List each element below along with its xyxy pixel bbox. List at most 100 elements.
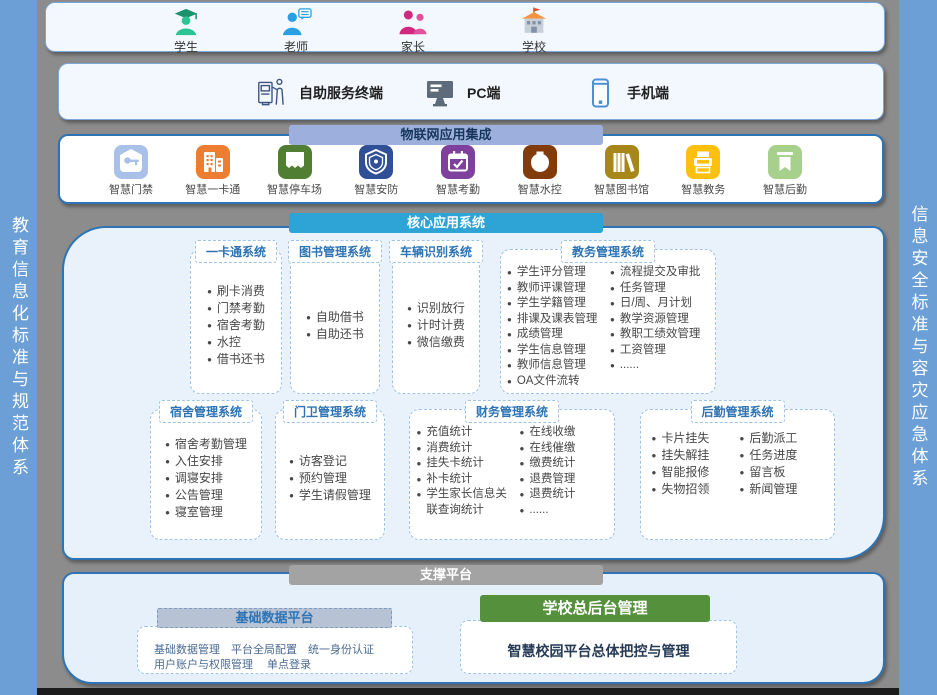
finance-items-left: ●充值统计●消费统计●挂失卡统计●补卡统计●学生家长信息关联查询统计 xyxy=(417,425,516,518)
access-icon xyxy=(114,145,148,179)
left-sidebar-label: 教育信息化标准与规范体系 xyxy=(6,216,31,480)
iot-parking-label: 智慧停车场 xyxy=(260,181,330,197)
user-parents-label: 家长 xyxy=(373,38,453,55)
list-item: ●学生家长信息关联查询统计 xyxy=(417,487,516,518)
iot-library: 智慧图书馆 xyxy=(587,145,657,197)
admin-platform-title: 学校总后台管理 xyxy=(480,595,710,622)
list-item: ●公告管理 xyxy=(165,487,247,504)
list-item: ●学生评分管理 xyxy=(507,265,606,281)
list-item: ●退费统计 xyxy=(520,487,608,503)
terminal-pc: PC端 xyxy=(424,64,500,121)
list-item: ●寝室管理 xyxy=(165,504,247,521)
printer-icon xyxy=(686,145,720,179)
vehicle-items: ●识别放行●计时计费●微信缴费 xyxy=(407,300,465,351)
list-item: ●入住安排 xyxy=(165,453,247,470)
support-section-title: 支撑平台 xyxy=(289,565,603,585)
iot-onecard-label: 智慧一卡通 xyxy=(178,181,248,197)
list-item: ●在线收缴 xyxy=(520,425,608,441)
iot-security: 智慧安防 xyxy=(341,145,411,197)
box-vehicle-title: 车辆识别系统 xyxy=(389,240,483,263)
list-item: ●预约管理 xyxy=(289,470,371,487)
user-school: 学校 xyxy=(494,7,574,55)
iot-water: 智慧水控 xyxy=(505,145,575,197)
iot-academic-label: 智慧教务 xyxy=(668,181,738,197)
admin-platform-box: 智慧校园平台总体把控与管理 xyxy=(460,620,737,674)
onecard-icon xyxy=(196,145,230,179)
list-item: ●借书还书 xyxy=(207,351,265,368)
box-gate-system: 门卫管理系统 ●访客登记●预约管理●学生请假管理 xyxy=(275,409,385,540)
box-onecard-system: 一卡通系统 ●刷卡消费●门禁考勤●宿舍考勤●水控●借书还书 xyxy=(190,249,282,394)
list-item: ●教职工绩效管理 xyxy=(610,327,709,343)
logistics-items-right: ●后勤派工●任务进度●留言板●新闻管理 xyxy=(740,430,824,498)
box-academic-title: 教务管理系统 xyxy=(561,240,655,263)
teacher-icon xyxy=(278,7,314,37)
library-icon xyxy=(605,145,639,179)
student-icon xyxy=(168,7,204,37)
list-item: ●门禁考勤 xyxy=(207,300,265,317)
list-item: ●学生信息管理 xyxy=(507,343,606,359)
list-item: ●识别放行 xyxy=(407,300,465,317)
box-logistics-title: 后勤管理系统 xyxy=(690,400,784,423)
box-finance-title: 财务管理系统 xyxy=(465,400,559,423)
user-student-label: 学生 xyxy=(146,38,226,55)
list-item: ●退费管理 xyxy=(520,472,608,488)
list-item: ●教师评课管理 xyxy=(507,281,606,297)
dormitory-items: ●宿舍考勤管理●入住安排●调寝安排●公告管理●寝室管理 xyxy=(165,436,247,521)
iot-water-label: 智慧水控 xyxy=(505,181,575,197)
smart-campus-architecture-diagram: 教育信息化标准与规范体系 信息安全标准与容灾应急体系 学生 老师 xyxy=(0,0,937,695)
security-icon xyxy=(359,145,393,179)
list-item: ●工资管理 xyxy=(610,343,709,359)
list-item: ●补卡统计 xyxy=(417,472,516,488)
user-student: 学生 xyxy=(146,7,226,55)
list-item: ●刷卡消费 xyxy=(207,283,265,300)
list-item: ●教师信息管理 xyxy=(507,358,606,374)
iot-access-label: 智慧门禁 xyxy=(96,181,166,197)
finance-items-right: ●在线收缴●在线催缴●缴费统计●退费管理●退费统计●...... xyxy=(520,425,608,518)
box-onecard-title: 一卡通系统 xyxy=(195,240,277,263)
list-item: ●消费统计 xyxy=(417,441,516,457)
iot-logistics-label: 智慧后勤 xyxy=(750,181,820,197)
core-section-title: 核心应用系统 xyxy=(289,213,603,233)
parking-icon xyxy=(278,145,312,179)
core-systems-panel: 核心应用系统 一卡通系统 ●刷卡消费●门禁考勤●宿舍考勤●水控●借书还书 图书管… xyxy=(62,226,885,560)
academic-items-left: ●学生评分管理●教师评课管理●学生学籍管理●排课及课表管理●成绩管理●学生信息管… xyxy=(507,265,606,389)
list-item: ●计时计费 xyxy=(407,317,465,334)
iot-parking: 智慧停车场 xyxy=(260,145,330,197)
phone-icon xyxy=(584,77,618,109)
box-dormitory-title: 宿舍管理系统 xyxy=(159,400,253,423)
left-sidebar: 教育信息化标准与规范体系 xyxy=(0,0,37,695)
support-panel: 支撑平台 基础数据平台 基础数据管理 平台全局配置 统一身份认证 用户账户与权限… xyxy=(62,572,885,684)
list-item: ●访客登记 xyxy=(289,453,371,470)
terminals-panel: 自助服务终端 PC端 手机端 xyxy=(58,63,884,120)
list-item: ●卡片挂失 xyxy=(652,430,736,447)
list-item: ●学生请假管理 xyxy=(289,487,371,504)
library-items: ●自助借书●自助还书 xyxy=(306,309,364,343)
terminal-pc-label: PC端 xyxy=(467,83,500,103)
gate-items: ●访客登记●预约管理●学生请假管理 xyxy=(289,453,371,504)
terminal-kiosk-label: 自助服务终端 xyxy=(299,83,383,103)
user-teacher-label: 老师 xyxy=(256,38,336,55)
list-item: ●挂失解挂 xyxy=(652,447,736,464)
iot-section-title: 物联网应用集成 xyxy=(289,125,603,145)
box-academic-system: 教务管理系统 ●学生评分管理●教师评课管理●学生学籍管理●排课及课表管理●成绩管… xyxy=(500,249,716,394)
kiosk-icon xyxy=(254,76,290,110)
list-item: ●微信缴费 xyxy=(407,334,465,351)
iot-library-label: 智慧图书馆 xyxy=(587,181,657,197)
right-sidebar: 信息安全标准与容灾应急体系 xyxy=(899,0,937,695)
attendance-icon xyxy=(441,145,475,179)
terminal-phone: 手机端 xyxy=(584,64,669,121)
base-platform-line2: 用户账户与权限管理 单点登录 xyxy=(154,658,412,673)
iot-security-label: 智慧安防 xyxy=(341,181,411,197)
list-item: ●任务管理 xyxy=(610,281,709,297)
user-school-label: 学校 xyxy=(494,38,574,55)
bottom-strip xyxy=(37,688,899,695)
iot-attendance: 智慧考勤 xyxy=(423,145,493,197)
list-item: ●自助借书 xyxy=(306,309,364,326)
list-item: ●...... xyxy=(610,358,709,374)
iot-academic: 智慧教务 xyxy=(668,145,738,197)
iot-access: 智慧门禁 xyxy=(96,145,166,197)
list-item: ●自助还书 xyxy=(306,326,364,343)
terminal-kiosk: 自助服务终端 xyxy=(254,64,383,121)
list-item: ●...... xyxy=(520,503,608,519)
list-item: ●教学资源管理 xyxy=(610,312,709,328)
